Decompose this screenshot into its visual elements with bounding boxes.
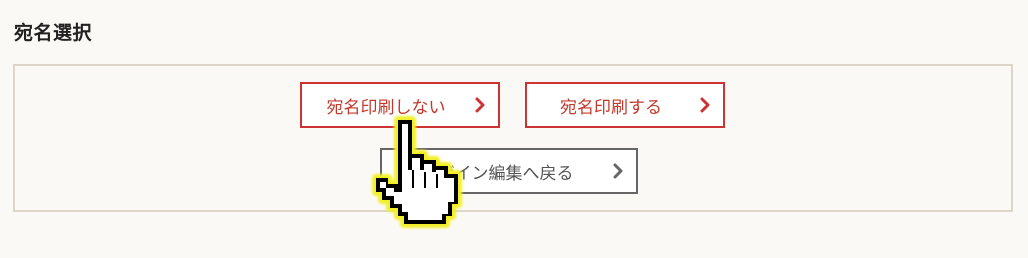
section-title: 宛名選択: [14, 22, 93, 44]
address-selection-page: 宛名選択 宛名印刷しない 宛名印刷する デザイン編集へ戻る: [0, 0, 1028, 258]
no-address-print-button[interactable]: 宛名印刷しない: [300, 82, 500, 128]
chevron-right-icon: [613, 163, 623, 179]
back-to-design-edit-label: デザイン編集へ戻る: [420, 163, 574, 184]
address-print-button[interactable]: 宛名印刷する: [525, 82, 725, 128]
chevron-right-icon: [475, 97, 485, 113]
no-address-print-label: 宛名印刷しない: [326, 97, 446, 118]
address-print-label: 宛名印刷する: [560, 97, 662, 118]
chevron-right-icon: [700, 97, 710, 113]
back-to-design-edit-button[interactable]: デザイン編集へ戻る: [380, 148, 638, 194]
